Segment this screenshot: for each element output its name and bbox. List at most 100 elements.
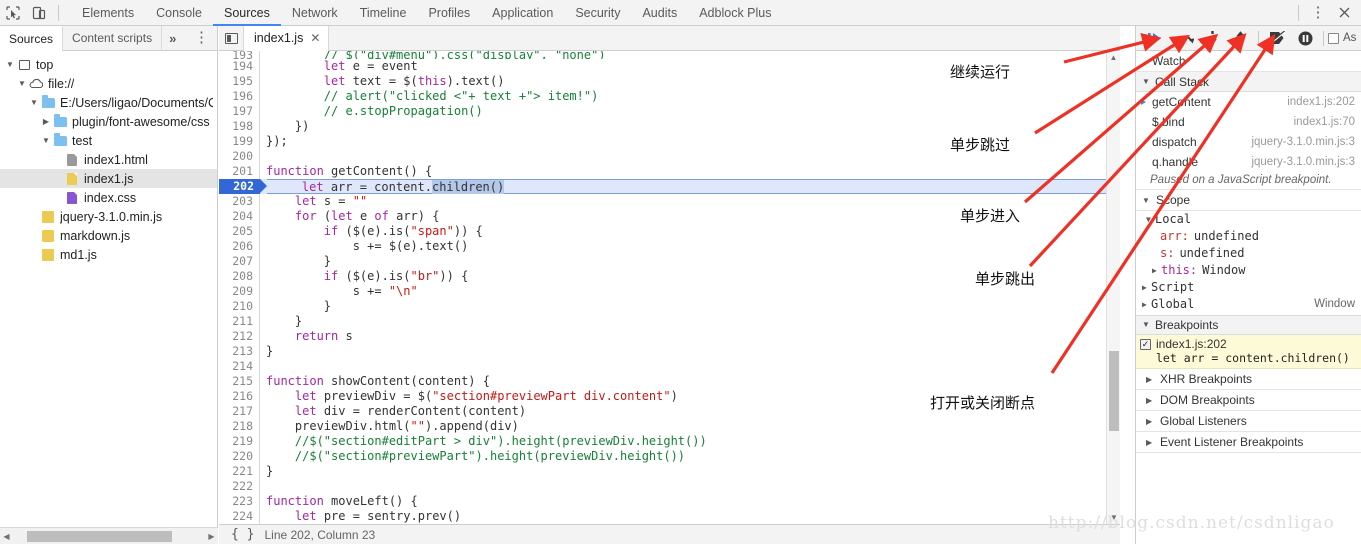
scroll-left-icon[interactable]: ◀: [0, 532, 13, 541]
line-number[interactable]: 199: [219, 134, 260, 149]
tab-application[interactable]: Application: [481, 0, 564, 26]
code-line[interactable]: 193 // $("div#menu").css("display", "non…: [219, 51, 1120, 59]
line-source[interactable]: let pre = sentry.prev(): [260, 509, 1120, 524]
line-source[interactable]: if ($(e).is("span")) {: [260, 224, 1120, 239]
tree-item-index1-js[interactable]: index1.js: [0, 169, 217, 188]
code-line[interactable]: 201 function getContent() {: [219, 164, 1120, 179]
line-number[interactable]: 209: [219, 284, 260, 299]
device-toolbar-icon[interactable]: [26, 0, 52, 26]
code-line[interactable]: 212 return s: [219, 329, 1120, 344]
call-stack-frame[interactable]: dispatch jquery-3.1.0.min.js:3: [1136, 132, 1361, 152]
cursor-inspect-icon[interactable]: [0, 0, 26, 26]
code-line[interactable]: 198 }): [219, 119, 1120, 134]
chevron-right-icon[interactable]: ▶: [1146, 390, 1155, 411]
breakpoint-item[interactable]: ✓ index1.js:202 let arr = content.childr…: [1136, 335, 1361, 369]
checkbox-checked-icon[interactable]: ✓: [1140, 338, 1151, 350]
line-source[interactable]: // $("div#menu").css("display", "none"): [260, 51, 1120, 59]
global-listeners-section[interactable]: ▶ Global Listeners: [1136, 411, 1361, 432]
navigator-tab-sources[interactable]: Sources: [0, 25, 64, 51]
line-source[interactable]: }): [260, 119, 1120, 134]
checkbox-icon[interactable]: [1328, 32, 1339, 44]
line-source[interactable]: }: [260, 299, 1120, 314]
breakpoint-header[interactable]: ✓ index1.js:202: [1140, 337, 1357, 351]
tree-item-index-css[interactable]: index.css: [0, 188, 217, 207]
call-stack-frame[interactable]: $.bind index1.js:70: [1136, 112, 1361, 132]
line-number[interactable]: 206: [219, 239, 260, 254]
close-icon[interactable]: [1331, 0, 1357, 26]
deactivate-breakpoints-button[interactable]: [1263, 26, 1291, 51]
resume-script-execution-button[interactable]: [1142, 26, 1170, 51]
code-line[interactable]: 221}: [219, 464, 1120, 479]
code-line[interactable]: 220 //$("section#previewPart").height(pr…: [219, 449, 1120, 464]
dom-breakpoints-section[interactable]: ▶ DOM Breakpoints: [1136, 390, 1361, 411]
code-line[interactable]: 224 let pre = sentry.prev(): [219, 509, 1120, 524]
kebab-menu-icon[interactable]: ⋮: [1305, 0, 1331, 26]
code-line[interactable]: 219 //$("section#editPart > div").height…: [219, 434, 1120, 449]
code-line[interactable]: 206 s += $(e).text(): [219, 239, 1120, 254]
scrollbar-track[interactable]: [13, 528, 205, 544]
line-number[interactable]: 203: [219, 194, 260, 209]
line-number[interactable]: 218: [219, 419, 260, 434]
scrollbar-thumb[interactable]: [1109, 351, 1119, 431]
code-line[interactable]: 214: [219, 359, 1120, 374]
line-number[interactable]: 196: [219, 89, 260, 104]
code-line[interactable]: 213}: [219, 344, 1120, 359]
tab-network[interactable]: Network: [281, 0, 349, 26]
tree-item-top[interactable]: top: [0, 55, 217, 74]
line-number[interactable]: 216: [219, 389, 260, 404]
line-source[interactable]: [260, 479, 1120, 494]
line-number[interactable]: 211: [219, 314, 260, 329]
line-source[interactable]: }: [260, 314, 1120, 329]
line-number[interactable]: 215: [219, 374, 260, 389]
code-line[interactable]: 223 function moveLeft() {: [219, 494, 1120, 509]
line-number[interactable]: 207: [219, 254, 260, 269]
xhr-breakpoints-section[interactable]: ▶ XHR Breakpoints: [1136, 369, 1361, 390]
line-source[interactable]: let arr = content.children(): [267, 179, 1120, 194]
line-source[interactable]: return s: [260, 329, 1120, 344]
tree-item-jquery-min-js[interactable]: jquery-3.1.0.min.js: [0, 207, 217, 226]
line-source[interactable]: }: [260, 344, 1120, 359]
code-line[interactable]: 197 // e.stopPropagation(): [219, 104, 1120, 119]
navigator-tab-content-scripts[interactable]: Content scripts: [63, 25, 163, 51]
tab-timeline[interactable]: Timeline: [349, 0, 418, 26]
breakpoints-section-header[interactable]: ▼ Breakpoints: [1136, 315, 1361, 335]
scope-group-global[interactable]: ▶ Global Window: [1136, 296, 1361, 313]
navigator-more-tabs-icon[interactable]: »: [162, 31, 183, 46]
line-number[interactable]: 201: [219, 164, 260, 179]
chevron-right-icon[interactable]: ▶: [1142, 279, 1151, 296]
step-over-next-function-call-button[interactable]: [1170, 26, 1198, 51]
line-number[interactable]: 208: [219, 269, 260, 284]
line-source[interactable]: //$("section#previewPart").height(previe…: [260, 449, 1120, 464]
chevron-right-icon[interactable]: ▶: [1146, 411, 1155, 432]
scope-section-header[interactable]: ▼ Scope: [1136, 190, 1361, 211]
navigator-horizontal-scrollbar[interactable]: ◀ ▶: [0, 527, 218, 544]
line-number[interactable]: 204: [219, 209, 260, 224]
twisty-icon[interactable]: [40, 136, 52, 145]
twisty-icon[interactable]: [4, 60, 16, 69]
line-source[interactable]: [260, 359, 1120, 374]
pretty-print-icon[interactable]: { }: [231, 527, 254, 542]
code-line[interactable]: 211 }: [219, 314, 1120, 329]
line-number[interactable]: 224: [219, 509, 260, 524]
tab-sources[interactable]: Sources: [212, 0, 281, 26]
step-into-next-function-call-button[interactable]: [1198, 26, 1226, 51]
line-number[interactable]: 193: [219, 51, 260, 59]
code-line[interactable]: 196 // alert("clicked <"+ text +"> item!…: [219, 89, 1120, 104]
twisty-icon[interactable]: [28, 98, 40, 107]
line-number[interactable]: 198: [219, 119, 260, 134]
line-number[interactable]: 214: [219, 359, 260, 374]
tab-audits[interactable]: Audits: [631, 0, 688, 26]
step-out-of-current-function-button[interactable]: [1226, 26, 1254, 51]
line-number[interactable]: 217: [219, 404, 260, 419]
chevron-right-icon[interactable]: ▶: [1146, 369, 1155, 390]
call-stack-section-header[interactable]: ▼ Call Stack: [1136, 72, 1361, 92]
chevron-right-icon[interactable]: ▶: [1152, 262, 1161, 279]
line-number[interactable]: 205: [219, 224, 260, 239]
line-number[interactable]: 219: [219, 434, 260, 449]
tab-profiles[interactable]: Profiles: [417, 0, 481, 26]
tree-item-markdown-js[interactable]: markdown.js: [0, 226, 217, 245]
line-number[interactable]: 194: [219, 59, 260, 74]
line-number[interactable]: 223: [219, 494, 260, 509]
editor-tab-index1-js[interactable]: index1.js ✕: [243, 25, 330, 51]
tab-security[interactable]: Security: [564, 0, 631, 26]
